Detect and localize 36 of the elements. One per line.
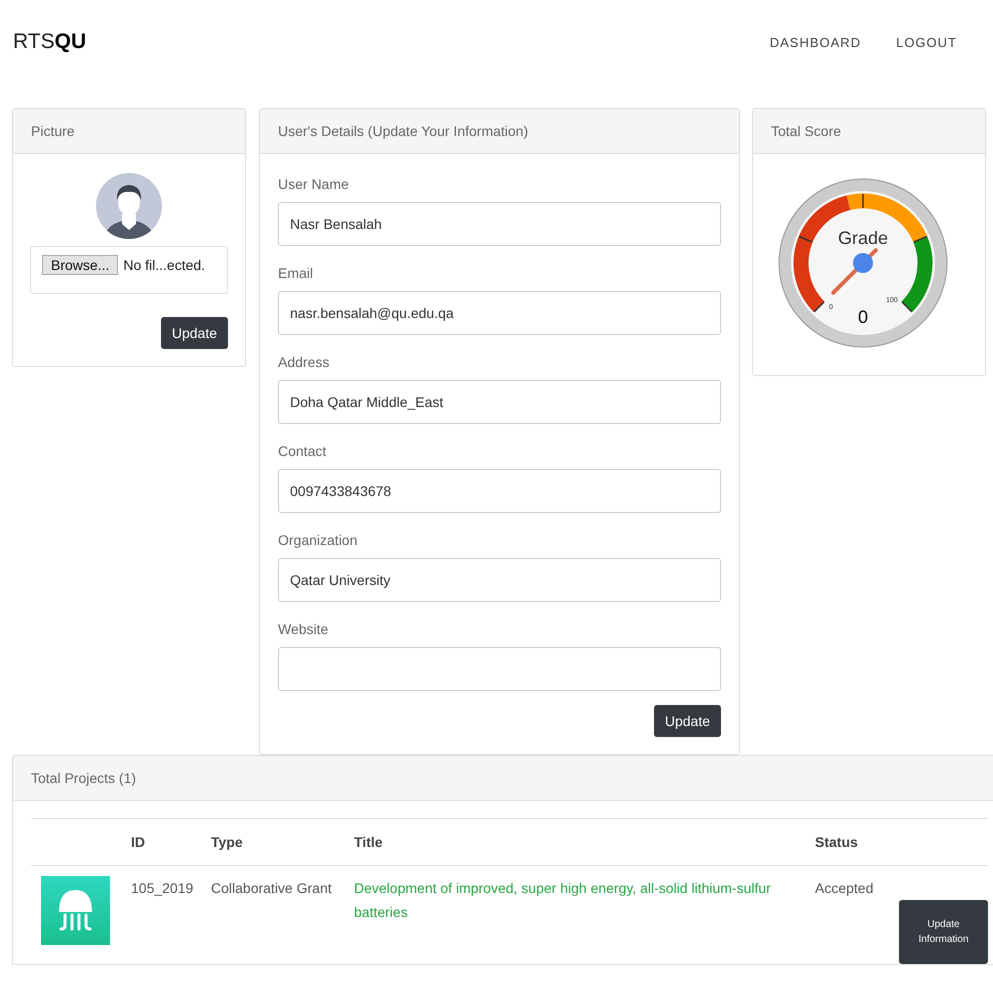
gauge-reading: 0	[858, 307, 868, 327]
field-label: Organization	[278, 532, 358, 548]
field-label: Website	[278, 621, 330, 637]
column-header: Type	[211, 833, 244, 852]
input-field[interactable]	[278, 647, 721, 691]
update-button[interactable]: Update	[654, 705, 721, 737]
field-label: Contact	[278, 443, 328, 459]
jellyfish-icon	[41, 876, 110, 945]
update-button[interactable]: Update	[160, 317, 228, 349]
nav-link[interactable]: DASHBOARD	[770, 34, 862, 50]
table-cell-text: 105_2019	[131, 879, 194, 898]
field-label: Address	[278, 354, 330, 370]
input-field[interactable]: nasr.bensalah@qu.edu.qa	[278, 291, 721, 335]
brand-logo[interactable]: RTSQU	[13, 30, 86, 54]
field-label: User Name	[278, 176, 350, 192]
card-header: Total Score	[753, 109, 985, 154]
column-header: Title	[354, 833, 384, 852]
file-input[interactable]: Browse... No fil...ected.	[30, 246, 228, 294]
input-field[interactable]: Qatar University	[278, 558, 721, 602]
input-field[interactable]: Doha Qatar Middle_East	[278, 380, 721, 424]
nav-link[interactable]: LOGOUT	[896, 34, 957, 50]
column-header: Status	[815, 833, 859, 852]
file-name: No fil...ected.	[123, 257, 206, 273]
table-cell-text: Collaborative Grant	[211, 879, 333, 898]
column-header: ID	[131, 833, 146, 852]
browse-button[interactable]: Browse...	[42, 255, 118, 275]
update-information-button[interactable]: Update Information	[899, 900, 988, 964]
table-cell-text: Accepted	[815, 879, 874, 898]
input-field[interactable]: 0097433843678	[278, 469, 721, 513]
gauge-label: Grade	[838, 228, 888, 248]
field-label: Email	[278, 265, 314, 281]
gauge-needle	[831, 248, 878, 295]
card-header: User's Details (Update Your Information)	[260, 109, 739, 154]
input-field[interactable]: Nasr Bensalah	[278, 202, 721, 246]
card-header: Picture	[13, 109, 245, 154]
card-header: Total Projects (1)	[13, 756, 993, 801]
